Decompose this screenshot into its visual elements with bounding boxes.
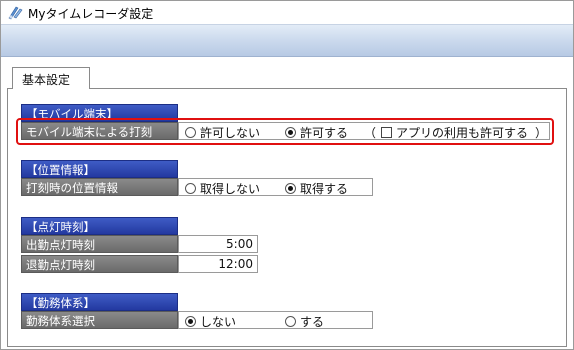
header-banner <box>1 24 573 57</box>
section-header-location: 【位置情報】 <box>21 160 178 178</box>
radio-selected-icon[interactable] <box>285 183 296 194</box>
clock-out-light-input[interactable]: 12:00 <box>178 255 258 273</box>
location-off-option[interactable]: 取得しない <box>185 180 260 197</box>
location-options: 取得しない 取得する <box>178 178 373 196</box>
location-on-option[interactable]: 取得する <box>285 180 348 197</box>
section-header-lighting: 【点灯時刻】 <box>21 217 178 235</box>
app-icon <box>8 6 23 20</box>
clock-in-light-input[interactable]: 5:00 <box>178 235 258 253</box>
worksystem-off-option[interactable]: しない <box>185 313 236 330</box>
radio-icon[interactable] <box>185 183 196 194</box>
highlight-frame <box>16 118 554 145</box>
section-header-worksystem: 【勤務体系】 <box>21 293 178 311</box>
worksystem-options: しない する <box>178 311 373 329</box>
clock-out-light-label: 退勤点灯時刻 <box>21 255 178 273</box>
radio-selected-icon[interactable] <box>185 316 196 327</box>
worksystem-off-label: しない <box>200 315 237 329</box>
radio-icon[interactable] <box>285 316 296 327</box>
tab-basic-settings[interactable]: 基本設定 <box>12 67 90 89</box>
worksystem-on-option[interactable]: する <box>285 313 324 330</box>
window-title: Myタイムレコーダ設定 <box>28 7 154 21</box>
title-bar: Myタイムレコーダ設定 <box>1 1 573 24</box>
location-on-label: 取得する <box>300 182 349 196</box>
location-label: 打刻時の位置情報 <box>21 178 178 196</box>
worksystem-on-label: する <box>300 315 325 329</box>
clock-in-light-label: 出勤点灯時刻 <box>21 235 178 253</box>
worksystem-label: 勤務体系選択 <box>21 311 178 329</box>
location-off-label: 取得しない <box>200 182 261 196</box>
